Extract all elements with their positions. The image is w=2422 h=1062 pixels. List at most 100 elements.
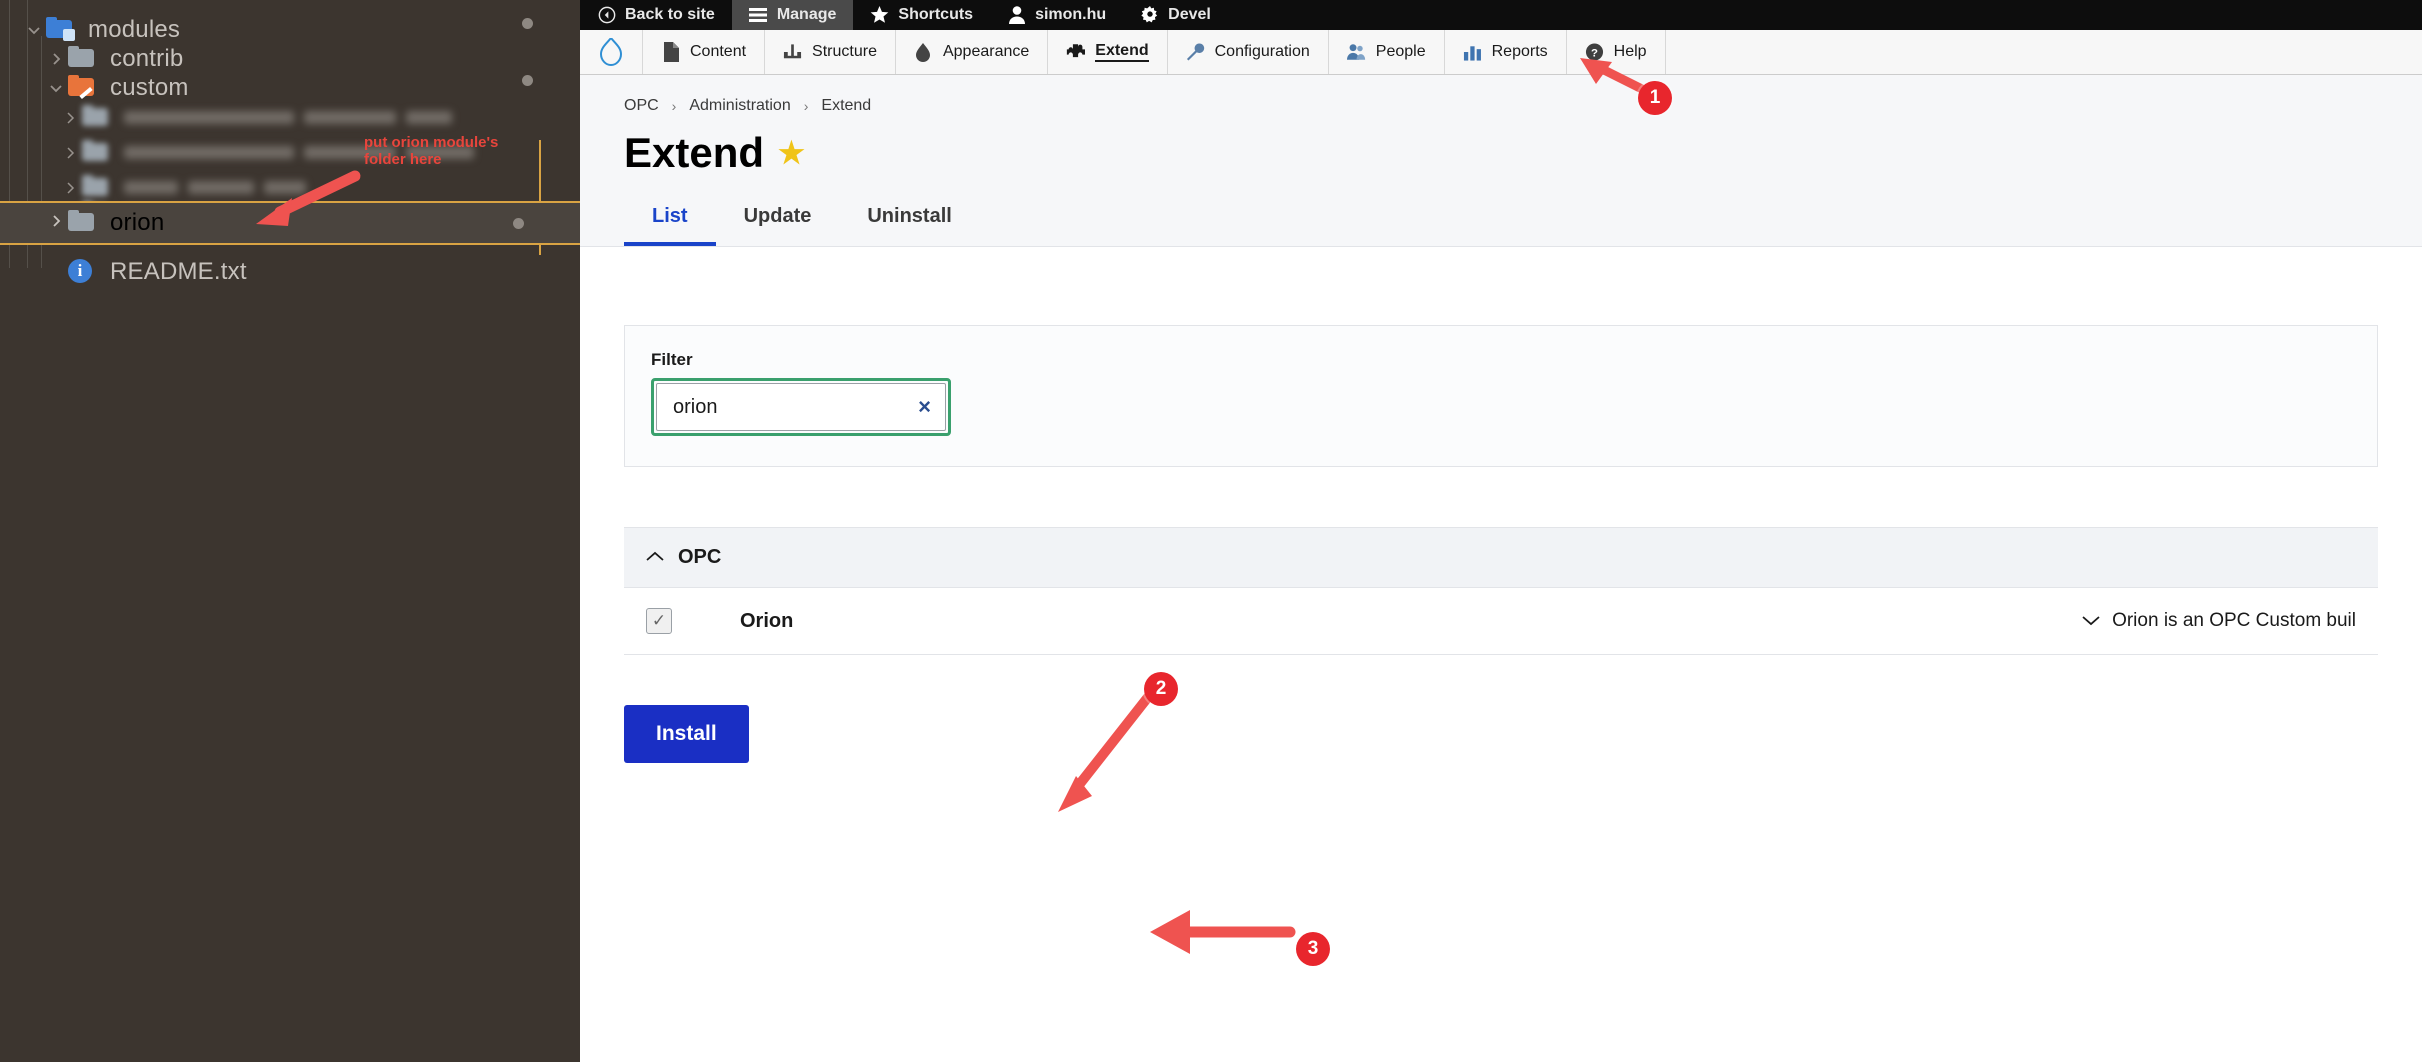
structure-icon [783,43,802,62]
folder-grey-icon [82,104,112,131]
toolbar-devel[interactable]: Devel [1123,0,1228,30]
chevron-right-icon[interactable] [58,141,82,165]
reports-chart-icon [1463,43,1482,62]
module-name: Orion [740,609,794,632]
admin-menu-label: Appearance [942,43,1030,60]
extend-main-content: Filter × OPC ✓ Orion [580,325,2422,763]
toolbar-back-to-site[interactable]: Back to site [580,0,732,30]
page-title: Extend ★ [580,115,2422,177]
page-tabs: List Update Uninstall [580,177,2422,247]
drupal-admin-page: Back to site Manage Shortcuts simon.hu D… [580,0,2422,1062]
breadcrumb-separator: › [671,98,677,114]
module-description-text: Orion is an OPC Custom buil [2112,610,2356,631]
tab-label: Update [743,205,812,227]
tab-label: List [652,205,688,227]
people-icon [1346,43,1366,62]
content-icon [661,42,680,62]
admin-menu-content[interactable]: Content [643,30,766,74]
admin-menu-help[interactable]: ? Help [1567,30,1666,74]
ide-file-explorer: modules contrib custom orion i README.tx… [0,0,580,1062]
filter-card: Filter × [624,325,2378,467]
admin-menu-extend[interactable]: Extend [1048,30,1168,74]
clear-icon[interactable]: × [918,394,931,420]
toolbar-item-label: Shortcuts [898,6,974,23]
admin-menu-label: Extend [1095,42,1149,62]
toolbar-item-label: simon.hu [1035,6,1107,23]
breadcrumb-item-opc[interactable]: OPC [624,97,659,115]
folder-grey-icon [68,210,98,236]
status-dot [513,217,524,229]
status-dot [522,75,533,86]
chevron-right-icon[interactable] [58,106,82,130]
search-input[interactable] [671,394,919,420]
admin-menu-label: Reports [1491,43,1548,60]
folder-grey-icon [82,139,112,166]
tab-label: Uninstall [867,205,952,227]
module-group-label: OPC [678,546,722,568]
chevron-down-icon[interactable] [2082,610,2100,632]
screenshot-root: modules contrib custom orion i README.tx… [0,0,2422,1062]
toolbar-manage[interactable]: Manage [731,0,854,30]
admin-menu-label: Structure [812,43,877,60]
breadcrumb-item-extend[interactable]: Extend [821,97,871,115]
page-title-text: Extend [624,129,765,176]
admin-menu-reports[interactable]: Reports [1445,30,1567,74]
annotation-line-2: folder here [364,150,442,168]
admin-menu-appearance[interactable]: Appearance [896,30,1049,74]
redacted-label [124,111,462,124]
tree-item-readme[interactable]: i README.txt [0,250,624,293]
drupal-home-logo[interactable] [580,30,643,74]
breadcrumb-item-administration[interactable]: Administration [689,97,790,115]
status-dot [522,18,533,29]
filter-field-wrapper: × [651,378,951,436]
module-enable-checkbox[interactable]: ✓ [646,608,672,634]
tab-list[interactable]: List [624,195,716,246]
drupal-drop-icon [599,36,623,67]
hamburger-icon [749,6,768,25]
breadcrumb: OPC › Administration › Extend [580,75,2422,115]
star-icon [870,6,889,25]
tree-item-label: README.txt [110,257,247,285]
chevron-up-icon[interactable] [646,546,664,569]
toolbar-item-label: Devel [1168,6,1211,23]
tab-update[interactable]: Update [716,195,840,246]
extend-puzzle-icon [1066,43,1086,62]
step-marker-1: 1 [1638,81,1672,115]
info-circle-icon: i [68,258,98,285]
gear-icon [1140,6,1159,25]
toolbar-user[interactable]: simon.hu [990,0,1123,30]
toolbar-shortcuts[interactable]: Shortcuts [853,0,990,30]
appearance-icon [914,43,933,62]
user-icon [1007,6,1026,25]
back-arrow-icon [597,6,616,25]
filter-label: Filter [651,350,693,369]
admin-menu-label: Content [690,43,747,60]
drupal-admin-menu: Content Structure Appearance Extend Conf… [580,30,2422,75]
chevron-right-icon[interactable] [44,209,68,238]
toolbar-item-label: Back to site [625,6,715,23]
install-button[interactable]: Install [624,705,749,763]
admin-menu-structure[interactable]: Structure [765,30,896,74]
step-marker-3: 3 [1296,932,1330,966]
annotation-note: put orion module's folder here [364,134,499,169]
drupal-toolbar: Back to site Manage Shortcuts simon.hu D… [580,0,2422,30]
tree-item-label: orion [110,209,165,236]
admin-menu-label: People [1375,43,1426,60]
table-row: ✓ Orion Orion is an OPC Custom buil [624,588,2378,655]
admin-menu-label: Configuration [1214,43,1310,60]
module-group-header-opc[interactable]: OPC [624,527,2378,588]
admin-menu-configuration[interactable]: Configuration [1168,30,1329,74]
module-description: Orion is an OPC Custom buil [2082,610,2356,632]
admin-menu-people[interactable]: People [1329,30,1445,74]
configuration-wrench-icon [1186,43,1205,62]
tab-uninstall[interactable]: Uninstall [839,195,979,246]
admin-menu-label: Help [1613,43,1647,60]
star-filled-icon[interactable]: ★ [778,136,805,171]
breadcrumb-separator: › [803,98,809,114]
annotation-line-1: put orion module's [364,134,499,151]
svg-text:?: ? [1591,47,1598,59]
tree-item-orion[interactable]: orion [0,201,580,245]
filter-input-box[interactable]: × [656,383,946,431]
help-question-icon: ? [1585,43,1604,62]
